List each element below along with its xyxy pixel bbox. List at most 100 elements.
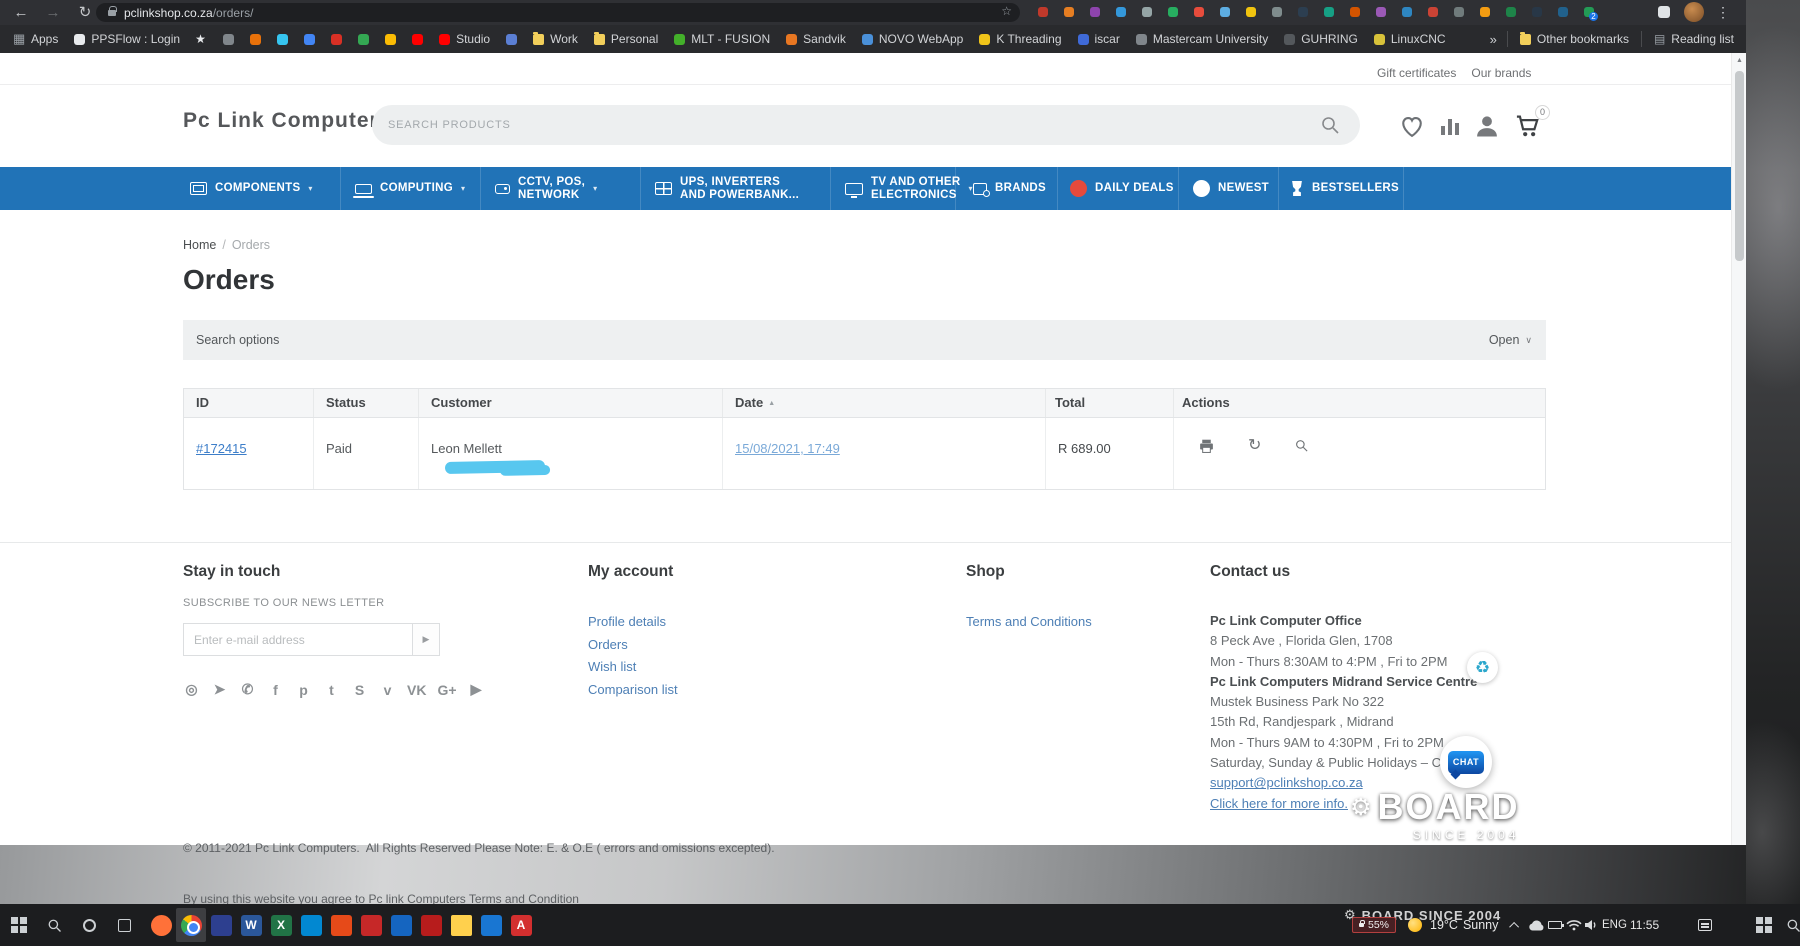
chrome[interactable]	[176, 908, 206, 942]
bookmark-item[interactable]: Apps	[6, 25, 66, 53]
twitter[interactable]: t	[323, 682, 340, 698]
site-logo[interactable]: Pc Link Computers	[183, 109, 391, 133]
viber[interactable]: v	[379, 682, 396, 698]
extensions-puzzle-icon[interactable]	[1658, 6, 1670, 18]
print-order-icon[interactable]	[1198, 438, 1215, 455]
search-options-toggle[interactable]: Open ∨	[1489, 333, 1532, 347]
app[interactable]	[356, 908, 386, 942]
extension-icon[interactable]	[1116, 7, 1126, 17]
extension-icon[interactable]	[1064, 7, 1074, 17]
language-indicator[interactable]: ENG	[1602, 904, 1627, 946]
extension-icon[interactable]	[1506, 7, 1516, 17]
page-scrollbar[interactable]: ▲	[1731, 53, 1746, 845]
nav-item-cctv-pos-network[interactable]: CCTV, POS, NETWORK ▾	[495, 167, 597, 210]
browser-menu-icon[interactable]: ⋮	[1716, 1, 1730, 24]
app[interactable]	[416, 908, 446, 942]
second-monitor-search-icon[interactable]	[1786, 904, 1800, 946]
extension-icon[interactable]	[1168, 7, 1178, 17]
weather-sun-icon[interactable]	[1408, 904, 1422, 946]
chat-widget[interactable]: CHAT	[1440, 736, 1492, 788]
order-date-link[interactable]: 15/08/2021, 17:49	[735, 441, 840, 456]
reload-button[interactable]: ↻	[74, 1, 96, 24]
bookmark-item[interactable]	[296, 25, 323, 53]
search-input[interactable]: SEARCH PRODUCTS	[372, 105, 1360, 145]
bookmark-item[interactable]: iscar	[1070, 25, 1128, 53]
battery-icon[interactable]	[1548, 904, 1562, 946]
bookmark-item[interactable]: MLT - FUSION	[666, 25, 778, 53]
start-button[interactable]	[6, 909, 32, 941]
column-header-customer[interactable]: Customer	[419, 389, 723, 417]
view-order-icon[interactable]	[1294, 438, 1309, 453]
nav-item-newest[interactable]: NEWEST	[1193, 167, 1269, 210]
bookmark-item[interactable]	[215, 25, 242, 53]
tray-chevron-up-icon[interactable]	[1512, 904, 1519, 946]
extension-icon[interactable]	[1376, 7, 1386, 17]
nav-item-bestsellers[interactable]: BESTSELLERS	[1290, 167, 1399, 210]
bookmark-star-icon[interactable]: ☆	[1001, 4, 1012, 18]
extension-icon[interactable]	[1324, 7, 1334, 17]
excel[interactable]: X	[266, 908, 296, 942]
bookmark-item[interactable]: Mastercam University	[1128, 25, 1276, 53]
column-header-date[interactable]: Date▲	[723, 389, 1046, 417]
column-header-status[interactable]: Status	[314, 389, 419, 417]
extension-icon[interactable]: 2	[1584, 7, 1594, 17]
pinterest[interactable]: p	[295, 682, 312, 698]
nav-item-computing[interactable]: COMPUTING ▾	[355, 167, 465, 210]
clock[interactable]: 11:55	[1630, 904, 1659, 946]
extension-icon[interactable]	[1454, 7, 1464, 17]
footer-link[interactable]: Comparison list	[588, 682, 678, 697]
bookmark-item[interactable]: Studio	[431, 25, 498, 53]
gift-certificates-link[interactable]: Gift certificates	[1377, 66, 1456, 80]
wishlist-heart-icon[interactable]	[1397, 112, 1427, 140]
column-header-id[interactable]: ID	[184, 389, 314, 417]
other-bookmarks-button[interactable]: Other bookmarks	[1518, 25, 1631, 53]
bookmark-item[interactable]: Personal	[586, 25, 666, 53]
bookmark-item[interactable]	[323, 25, 350, 53]
footer-link[interactable]: Wish list	[588, 659, 678, 674]
extension-icon[interactable]	[1090, 7, 1100, 17]
bookmark-item[interactable]: GUHRING	[1276, 25, 1366, 53]
nav-item-ups-inverters[interactable]: UPS, INVERTERS AND POWERBANK...	[655, 167, 799, 210]
extension-icon[interactable]	[1480, 7, 1490, 17]
back-button[interactable]: ←	[10, 1, 32, 24]
account-person-icon[interactable]	[1473, 112, 1501, 140]
bookmark-item[interactable]	[188, 25, 215, 53]
tray-zoom-badge[interactable]: 55%	[1352, 904, 1396, 946]
footer-link[interactable]: Orders	[588, 637, 678, 652]
word[interactable]: W	[236, 908, 266, 942]
instagram[interactable]: ◎	[183, 681, 200, 698]
search-icon[interactable]	[1320, 115, 1340, 135]
wifi-icon[interactable]	[1566, 904, 1582, 946]
task-view-icon[interactable]	[111, 909, 137, 941]
bookmark-item[interactable]: PPSFlow : Login	[66, 25, 188, 53]
firefox[interactable]	[146, 908, 176, 942]
app[interactable]	[476, 908, 506, 942]
nav-item-tv-electronics[interactable]: TV AND OTHER ELECTRONICS ▾	[845, 167, 972, 210]
extension-icon[interactable]	[1194, 7, 1204, 17]
cortana-icon[interactable]	[76, 909, 102, 941]
vk[interactable]: VK	[407, 682, 426, 698]
bookmark-item[interactable]	[498, 25, 525, 53]
bookmark-item[interactable]: LinuxCNC	[1366, 25, 1454, 53]
bookmark-item[interactable]	[269, 25, 296, 53]
reorder-icon[interactable]: ↻	[1248, 438, 1261, 454]
column-header-total[interactable]: Total	[1046, 389, 1174, 417]
email-field[interactable]	[183, 623, 412, 656]
extension-icon[interactable]	[1142, 7, 1152, 17]
app[interactable]	[386, 908, 416, 942]
bookmark-item[interactable]	[377, 25, 404, 53]
taskbar-search-icon[interactable]	[41, 909, 67, 941]
footer-link[interactable]: Profile details	[588, 614, 678, 629]
extension-icon[interactable]	[1532, 7, 1542, 17]
weather-text[interactable]: 19°C Sunny	[1430, 904, 1498, 946]
reading-list-button[interactable]: ▤ Reading list	[1652, 25, 1736, 53]
second-monitor-start-button[interactable]	[1756, 904, 1772, 946]
forward-button[interactable]: →	[42, 1, 64, 24]
search-options-bar[interactable]: Search options Open ∨	[183, 320, 1546, 360]
compare-chart-icon[interactable]	[1439, 114, 1461, 138]
nav-item-brands[interactable]: BRANDS	[973, 167, 1046, 210]
our-brands-link[interactable]: Our brands	[1471, 66, 1531, 80]
google-plus[interactable]: G+	[437, 682, 456, 698]
whatsapp[interactable]: ✆	[239, 681, 256, 698]
bookmark-item[interactable]: Work	[525, 25, 586, 53]
